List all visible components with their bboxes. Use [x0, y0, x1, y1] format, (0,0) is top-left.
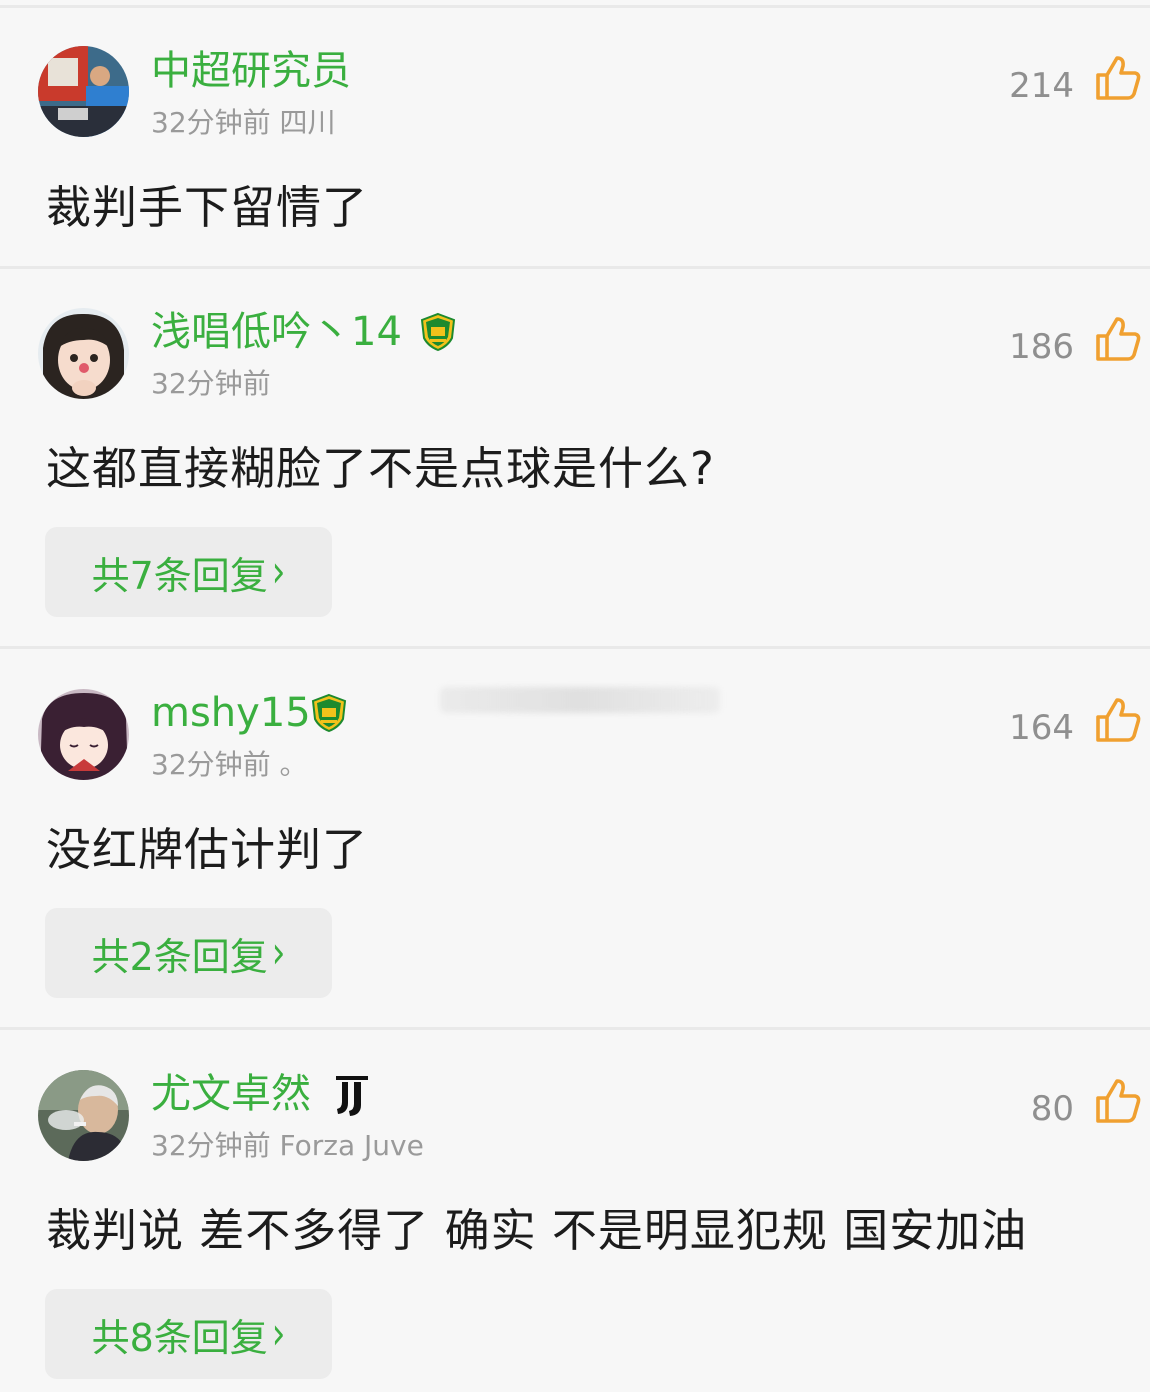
- avatar[interactable]: [38, 689, 129, 780]
- thumbs-up-icon[interactable]: [1094, 696, 1142, 744]
- like-count: 80: [1030, 1089, 1074, 1129]
- comment-text: 裁判说 差不多得了 确实 不是明显犯规 国安加油: [46, 1204, 1028, 1257]
- avatar[interactable]: [38, 1070, 129, 1161]
- thumbs-up-icon[interactable]: [1094, 1077, 1142, 1125]
- username[interactable]: 浅唱低吟丶14: [151, 307, 402, 357]
- comment-text: 没红牌估计判了: [46, 823, 369, 876]
- comment-meta: 32分钟前 。: [151, 748, 308, 782]
- username[interactable]: mshy15: [151, 688, 311, 738]
- top-divider: [0, 5, 1150, 8]
- comment-location: 。: [279, 748, 308, 781]
- comment-meta: 32分钟前 四川: [151, 106, 336, 140]
- beijing-guoan-badge-icon: [311, 693, 347, 733]
- blurred-overlay: [440, 687, 720, 713]
- replies-label: 共2条回复: [91, 934, 268, 979]
- view-replies-button[interactable]: 共7条回复 ›: [45, 527, 332, 617]
- thumbs-up-icon[interactable]: [1094, 315, 1142, 363]
- like-count: 214: [1009, 66, 1074, 106]
- divider: [0, 1027, 1150, 1030]
- beijing-guoan-badge-icon: [420, 312, 456, 352]
- chevron-right-icon: ›: [271, 546, 286, 598]
- comment-location: 四川: [279, 106, 336, 139]
- comment-time: 32分钟前: [151, 748, 271, 781]
- avatar[interactable]: [38, 46, 129, 137]
- thumbs-up-icon[interactable]: [1094, 54, 1142, 102]
- username[interactable]: 中超研究员: [151, 46, 351, 96]
- comment-meta: 32分钟前 Forza Juve: [151, 1129, 424, 1163]
- avatar[interactable]: [38, 308, 129, 399]
- comment-text: 裁判手下留情了: [46, 181, 369, 234]
- juventus-logo-icon: [336, 1076, 368, 1116]
- comment-location: Forza Juve: [279, 1129, 424, 1162]
- divider: [0, 646, 1150, 649]
- like-count: 164: [1009, 708, 1074, 748]
- chevron-right-icon: ›: [271, 927, 286, 979]
- comment-time: 32分钟前: [151, 1129, 271, 1162]
- replies-label: 共7条回复: [91, 553, 268, 598]
- view-replies-button[interactable]: 共2条回复 ›: [45, 908, 332, 998]
- like-count: 186: [1009, 327, 1074, 367]
- comment-text: 这都直接糊脸了不是点球是什么?: [46, 442, 715, 495]
- comment-time: 32分钟前: [151, 367, 271, 400]
- view-replies-button[interactable]: 共8条回复 ›: [45, 1289, 332, 1379]
- comment-meta: 32分钟前: [151, 367, 271, 401]
- username[interactable]: 尤文卓然: [151, 1069, 311, 1119]
- replies-label: 共8条回复: [91, 1315, 268, 1360]
- comment-time: 32分钟前: [151, 106, 271, 139]
- divider: [0, 266, 1150, 269]
- chevron-right-icon: ›: [271, 1308, 286, 1360]
